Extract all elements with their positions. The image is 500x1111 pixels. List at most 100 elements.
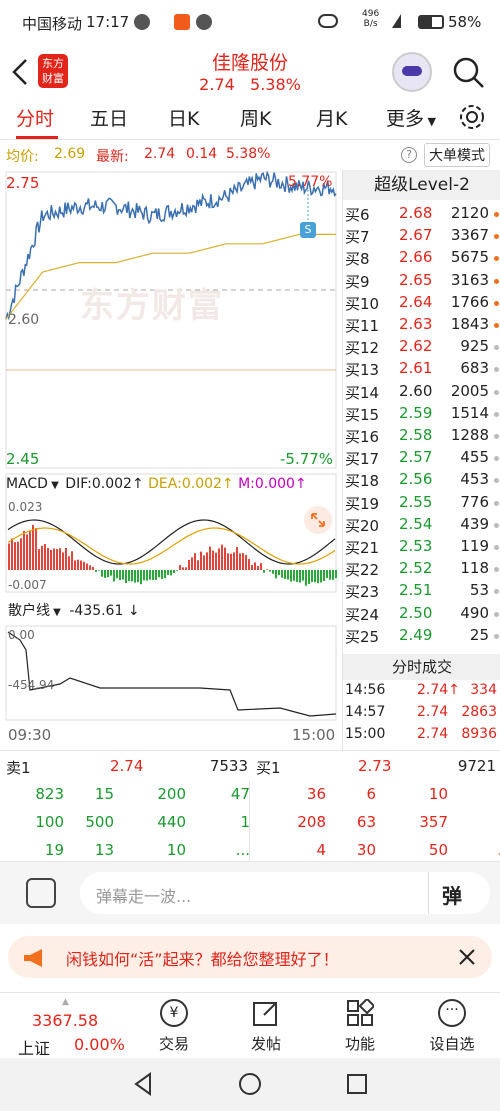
stock-name[interactable]: 佳隆股份 bbox=[150, 48, 350, 75]
macd-bar bbox=[245, 554, 247, 570]
macd-bar bbox=[134, 570, 136, 583]
nav-back-icon[interactable] bbox=[132, 1072, 154, 1096]
nav-home-icon[interactable] bbox=[238, 1072, 262, 1096]
danmu-placeholder: 弹幕走一波... bbox=[96, 887, 192, 906]
big-order-dot bbox=[494, 633, 499, 639]
buy-queue-cell: 2 bbox=[462, 813, 500, 831]
bid-volume: 3163 bbox=[450, 270, 489, 289]
buy-queue-cell: 6 bbox=[366, 785, 376, 803]
nav-recents-icon[interactable] bbox=[346, 1073, 368, 1095]
high-price-label: 2.75 bbox=[6, 174, 40, 192]
macd-selector[interactable]: MACD ▼ bbox=[6, 476, 59, 492]
sell-signal-badge[interactable]: S bbox=[300, 222, 316, 238]
bid-depth-row: 买6 2.68 2120 bbox=[343, 204, 500, 226]
macd-bar bbox=[326, 570, 328, 579]
big-order-dot bbox=[494, 567, 499, 573]
sell1-label: 卖1 bbox=[6, 759, 31, 777]
macd-bar bbox=[317, 570, 319, 584]
buy-queue-cell: 10 bbox=[428, 785, 448, 803]
functions-button[interactable]: 功能 bbox=[320, 999, 400, 1054]
bid-level-label: 买15 bbox=[345, 405, 380, 424]
tab-monthly-k[interactable]: 月K bbox=[316, 104, 347, 131]
trade-volume: 2863 bbox=[461, 704, 497, 720]
bid-level-label: 买23 bbox=[345, 583, 380, 602]
buy1-price: 2.73 bbox=[358, 757, 392, 775]
robot-assistant-icon[interactable] bbox=[392, 52, 432, 92]
bid-level-label: 买10 bbox=[345, 294, 380, 313]
promo-banner[interactable]: 闲钱如何“活”起来？都给您整理好了！ bbox=[8, 936, 492, 978]
grid-icon bbox=[347, 999, 374, 1026]
bid-price: 2.66 bbox=[399, 248, 433, 267]
macd-bar bbox=[185, 567, 187, 570]
trade-button[interactable]: ¥ 交易 bbox=[134, 999, 214, 1054]
add-watchlist-button[interactable]: ··· 设自选 bbox=[412, 999, 492, 1054]
macd-bar bbox=[92, 566, 94, 570]
bid-price: 2.67 bbox=[399, 226, 433, 245]
close-icon[interactable] bbox=[458, 948, 476, 966]
macd-bar bbox=[161, 570, 163, 579]
macd-bar bbox=[302, 570, 304, 581]
bid-volume: 53 bbox=[469, 581, 489, 600]
big-order-mode-button[interactable]: 大单模式 bbox=[424, 143, 490, 167]
bottom-toolbar: ▲ 3367.58 上证 0.00% ¥ 交易 发帖 功能 ··· 设自选 bbox=[0, 992, 500, 1058]
bid-depth-row: 买10 2.64 1766 bbox=[343, 293, 500, 315]
expand-icon[interactable] bbox=[304, 506, 332, 534]
bid-volume: 2120 bbox=[450, 204, 489, 222]
macd-bar bbox=[173, 570, 175, 573]
latest-value: 2.74 bbox=[144, 146, 176, 162]
macd-bar bbox=[119, 570, 121, 581]
bid-price: 2.58 bbox=[399, 426, 433, 444]
bid-depth-row: 买7 2.67 3367 bbox=[343, 226, 500, 248]
retail-selector[interactable]: 散户线 ▼ bbox=[8, 603, 61, 619]
buy-queue-cell: 357 bbox=[419, 813, 448, 831]
big-order-dot bbox=[494, 456, 499, 462]
macd-bar bbox=[278, 570, 280, 576]
expand-up-icon: ▲ bbox=[62, 997, 69, 1007]
macd-bar bbox=[263, 570, 265, 573]
change-pct: 5.38% bbox=[226, 146, 271, 162]
tab-intraday[interactable]: 分时 bbox=[16, 104, 54, 131]
high-pct-label: 5.77% bbox=[288, 174, 333, 190]
tab-underline bbox=[16, 136, 58, 139]
danmu-settings-icon[interactable] bbox=[26, 878, 56, 908]
trade-volume: 8936 bbox=[461, 726, 497, 742]
sell-queue-cell: 10 bbox=[166, 841, 186, 859]
macd-bar bbox=[164, 570, 166, 579]
back-icon[interactable] bbox=[10, 58, 30, 86]
tab-daily-k[interactable]: 日K bbox=[168, 104, 199, 131]
macd-bar bbox=[248, 559, 250, 570]
buy-queue-cell: 30 bbox=[356, 841, 376, 859]
bid-depth-row: 买13 2.61 683 bbox=[343, 359, 500, 381]
danmu-toggle-button[interactable]: 弹 bbox=[442, 880, 462, 909]
search-icon[interactable] bbox=[452, 56, 486, 90]
index-widget[interactable]: ▲ 3367.58 上证 0.00% bbox=[14, 997, 126, 1058]
tab-more[interactable]: 更多 ▼ bbox=[386, 104, 436, 131]
post-button[interactable]: 发帖 bbox=[226, 999, 306, 1054]
big-order-dot bbox=[494, 500, 499, 506]
macd-bar bbox=[179, 565, 181, 570]
macd-bar bbox=[290, 570, 292, 582]
macd-bar bbox=[71, 551, 73, 570]
tab-weekly-k[interactable]: 周K bbox=[240, 104, 271, 131]
macd-bar bbox=[314, 570, 316, 583]
level2-title[interactable]: 超级Level-2 bbox=[343, 170, 500, 200]
buy1-volume: 9721 bbox=[457, 757, 496, 775]
latest-label: 最新: bbox=[96, 149, 129, 165]
macd-bar bbox=[227, 553, 229, 570]
danmu-input[interactable]: 弹幕走一波... 弹 bbox=[80, 872, 490, 914]
macd-bar bbox=[236, 547, 238, 570]
bid-depth-row: 买19 2.55 776 bbox=[343, 493, 500, 515]
index-value: 3367.58 bbox=[32, 1011, 99, 1030]
macd-bar bbox=[266, 569, 268, 570]
bid-volume: 118 bbox=[460, 559, 489, 578]
big-order-dot bbox=[494, 411, 499, 417]
chart-area[interactable]: 东方财富 2.75 5.77% 2.60 2.45 -5.77% S MACD … bbox=[0, 170, 342, 750]
help-icon[interactable]: ? bbox=[401, 147, 417, 163]
gear-icon[interactable] bbox=[458, 103, 486, 131]
trades-title[interactable]: 分时成交 bbox=[343, 654, 500, 680]
tab-five-day[interactable]: 五日 bbox=[90, 104, 128, 131]
index-name: 上证 bbox=[18, 1039, 51, 1058]
macd-bar bbox=[299, 570, 301, 583]
more-dots-icon: ··· bbox=[438, 999, 466, 1027]
app-logo[interactable]: 东方 财富 bbox=[38, 54, 68, 88]
